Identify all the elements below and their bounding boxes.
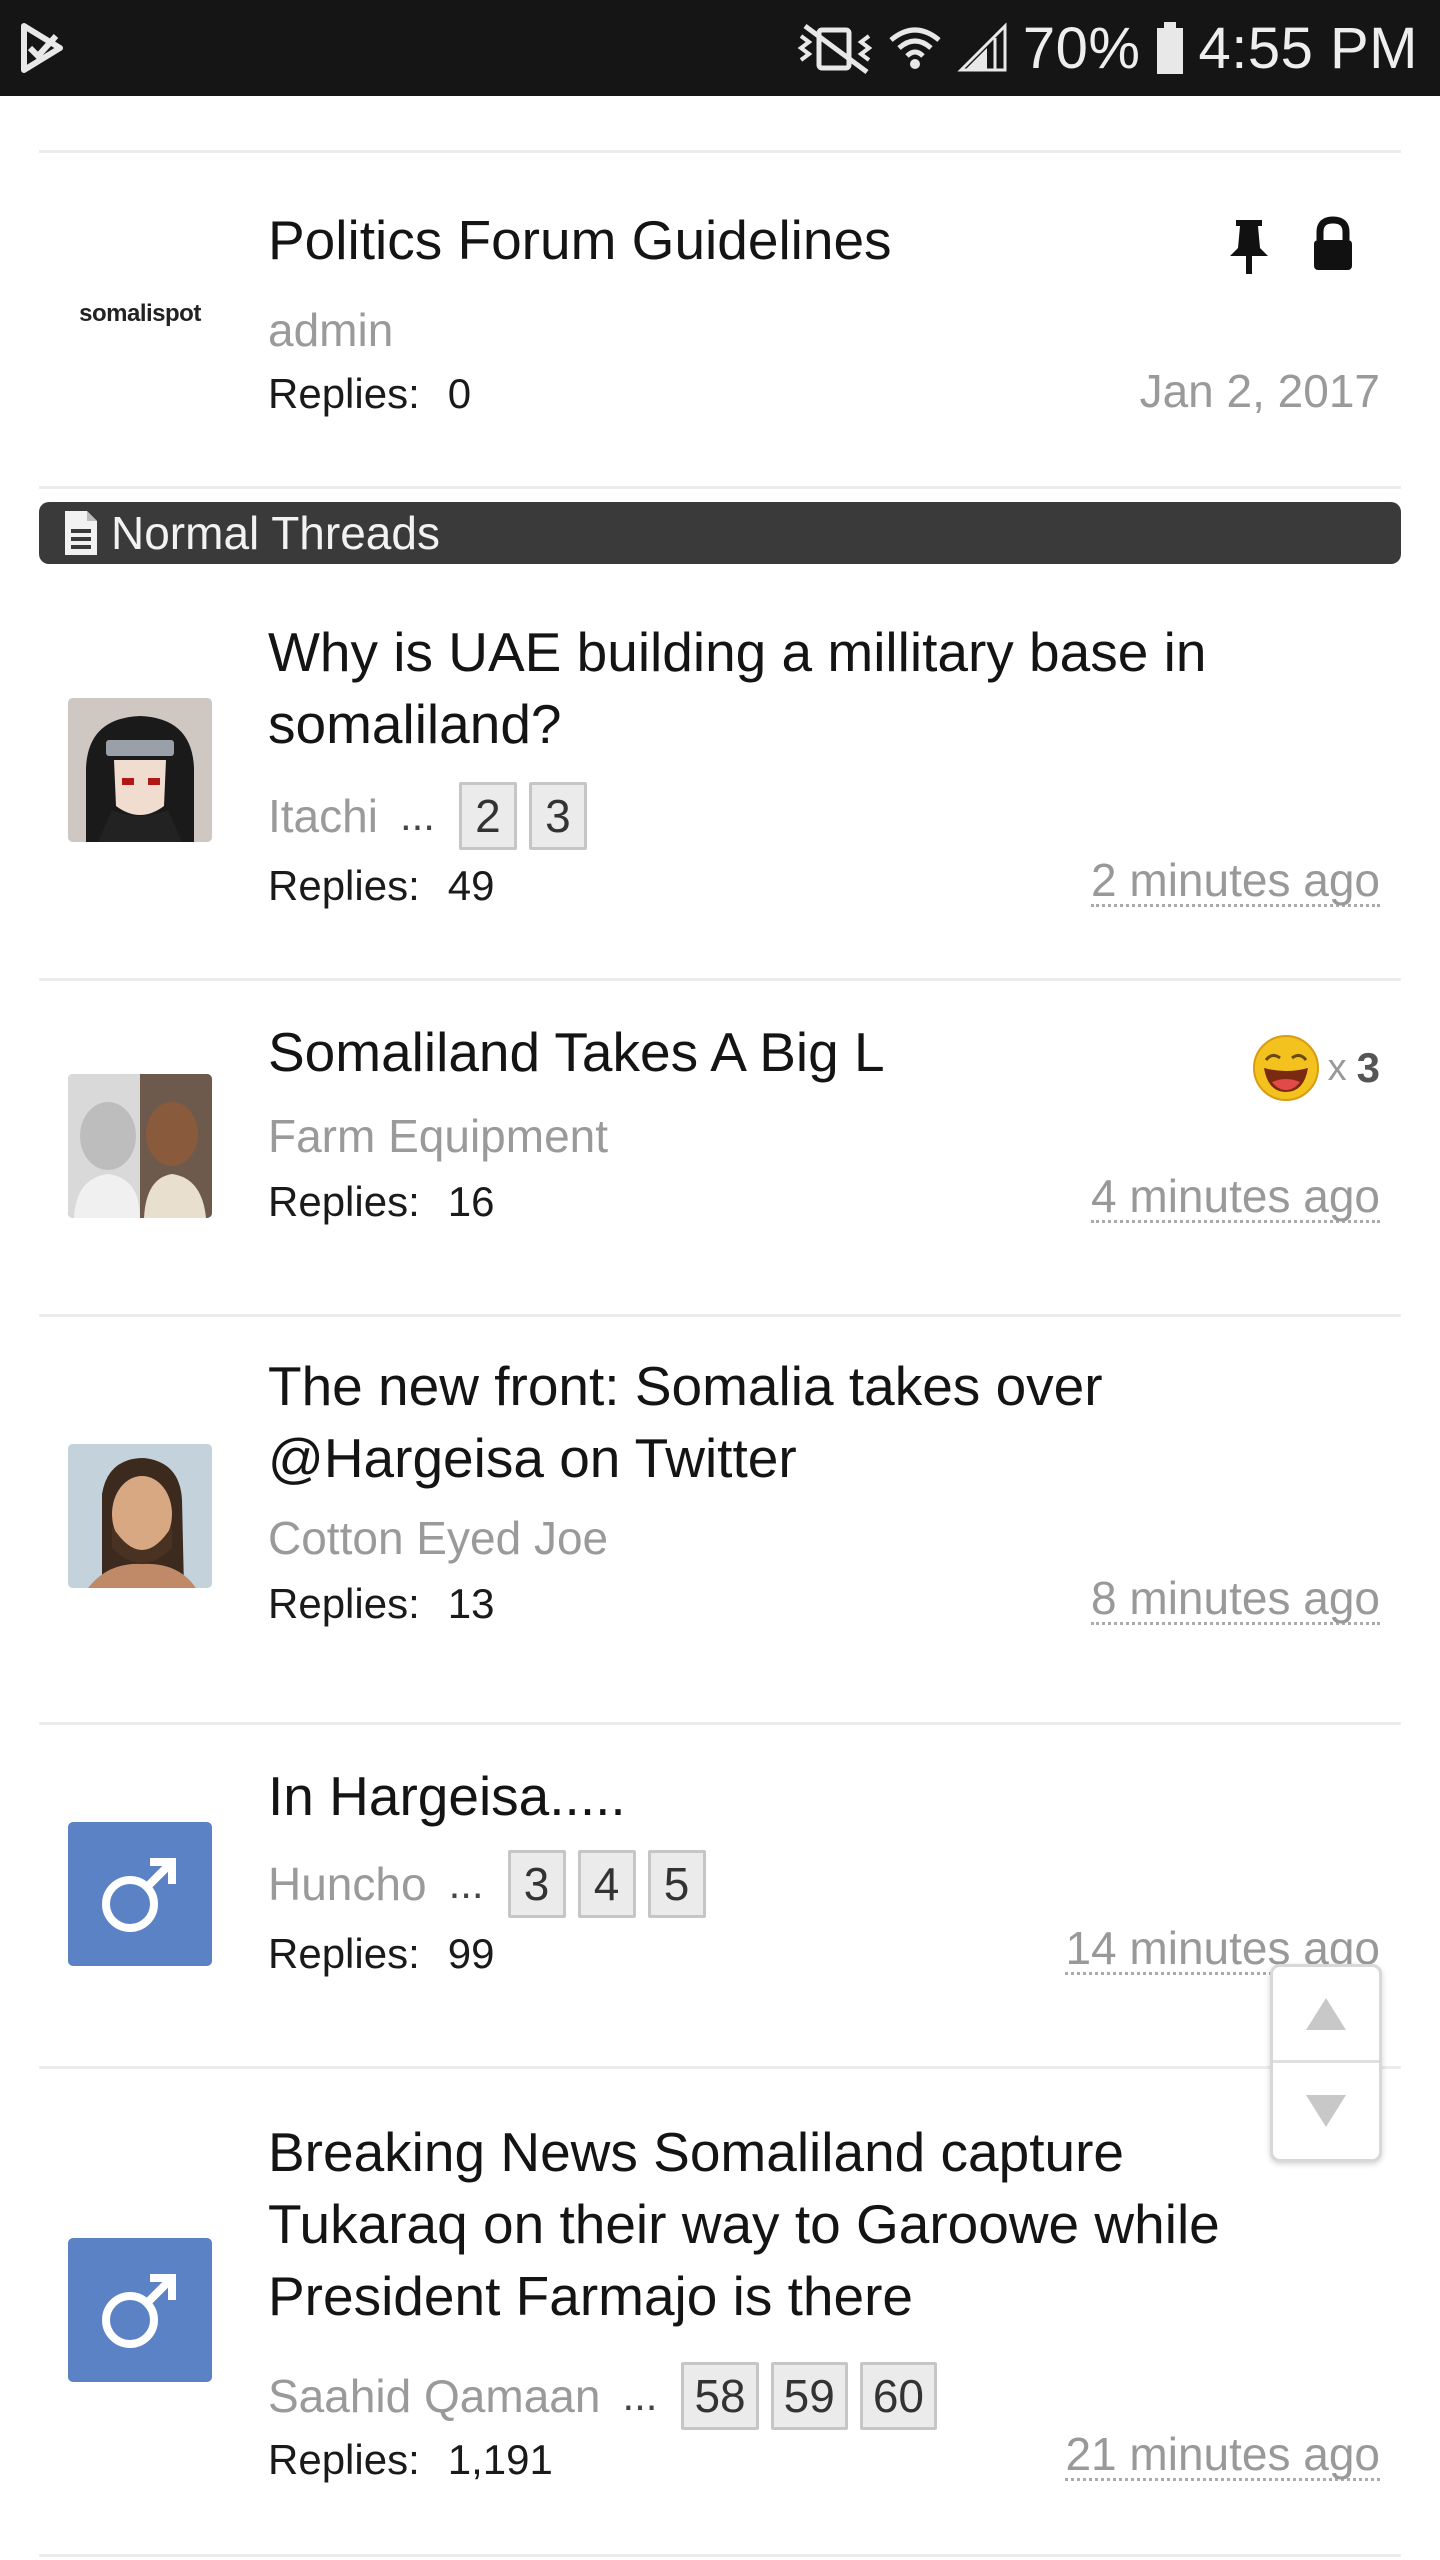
thread-title[interactable]: Politics Forum Guidelines	[268, 204, 1328, 276]
arrow-down-icon	[1306, 2095, 1346, 2127]
avatar[interactable]: somalispot	[68, 242, 212, 386]
last-post-time[interactable]: 4 minutes ago	[1091, 1172, 1380, 1223]
thread-title[interactable]: Why is UAE building a millitary base in …	[268, 616, 1328, 760]
avatar-image	[68, 1444, 212, 1588]
document-icon	[65, 511, 97, 555]
thread-item[interactable]: In Hargeisa..... Huncho ... 3 4 5 Replie…	[0, 1724, 1440, 2066]
replies-count: Replies: 1,191	[268, 2436, 553, 2484]
divider	[39, 2554, 1401, 2557]
author-link[interactable]: Cotton Eyed Joe	[268, 1511, 608, 1565]
replies-label: Replies:	[268, 862, 420, 909]
divider	[39, 486, 1401, 489]
mute-vibrate-icon	[797, 23, 873, 75]
wifi-icon	[889, 27, 941, 69]
last-post-time[interactable]: 8 minutes ago	[1091, 1574, 1380, 1625]
scroll-controls	[1270, 1964, 1382, 2162]
thread-author-line: Cotton Eyed Joe	[268, 1502, 608, 1574]
thread-author-line: Huncho ... 3 4 5	[268, 1848, 718, 1920]
avatar-image	[68, 1074, 212, 1218]
scroll-up-button[interactable]	[1273, 1967, 1379, 2063]
thread-author-line: Itachi ... 2 3	[268, 780, 599, 852]
last-post-time[interactable]: 2 minutes ago	[1091, 856, 1380, 907]
avatar[interactable]	[68, 2238, 212, 2382]
thread-item[interactable]: The new front: Somalia takes over @Harge…	[0, 1316, 1440, 1722]
battery-percent: 70%	[1022, 15, 1141, 81]
male-symbol-icon	[102, 2274, 176, 2348]
replies-count: Replies: 49	[268, 862, 494, 910]
thread-title[interactable]: Somaliland Takes A Big L	[268, 1016, 1328, 1088]
page-link[interactable]: 5	[647, 1850, 706, 1918]
reaction-count: 3	[1356, 1044, 1380, 1091]
male-symbol-icon	[102, 1858, 176, 1932]
author-link[interactable]: admin	[268, 303, 393, 357]
thread-title[interactable]: The new front: Somalia takes over @Harge…	[268, 1350, 1328, 1494]
sticky-thread[interactable]: somalispot Politics Forum Guidelines adm…	[0, 150, 1440, 486]
page-ellipsis: ...	[448, 1860, 484, 1907]
thread-item[interactable]: Breaking News Somaliland capture Tukaraq…	[0, 2068, 1440, 2558]
replies-label: Replies:	[268, 370, 420, 417]
battery-icon	[1156, 22, 1183, 74]
replies-count: Replies: 99	[268, 1930, 494, 1978]
status-bar: 70% 4:55 PM	[0, 0, 1440, 96]
page-ellipsis: ...	[399, 792, 435, 839]
arrow-up-icon	[1306, 1997, 1346, 2030]
section-header: Normal Threads	[39, 502, 1401, 564]
page-ellipsis: ...	[622, 2372, 658, 2419]
replies-label: Replies:	[268, 2436, 420, 2483]
site-logo: somalispot	[79, 300, 201, 327]
replies-label: Replies:	[268, 1178, 420, 1225]
thread-title[interactable]: In Hargeisa.....	[268, 1760, 1328, 1832]
pin-icon	[1230, 220, 1268, 274]
replies-value: 16	[447, 1178, 495, 1225]
author-link[interactable]: Huncho	[268, 1857, 427, 1911]
thread-author-line: Farm Equipment	[268, 1100, 608, 1172]
reaction-multiplier: x	[1327, 1046, 1347, 1089]
replies-label: Replies:	[268, 1580, 420, 1627]
section-label: Normal Threads	[111, 507, 440, 559]
page-link[interactable]: 58	[681, 2362, 759, 2430]
avatar[interactable]	[68, 1444, 212, 1588]
laughing-emoji-icon	[1252, 1035, 1319, 1101]
replies-count: Replies: 0	[268, 370, 471, 418]
replies-value: 99	[447, 1930, 495, 1977]
page-link[interactable]: 59	[770, 2362, 848, 2430]
avatar[interactable]	[68, 698, 212, 842]
replies-value: 1,191	[447, 2436, 553, 2483]
scroll-down-button[interactable]	[1273, 2063, 1379, 2159]
page-link[interactable]: 60	[859, 2362, 937, 2430]
thread-author-line: admin	[268, 294, 393, 366]
author-link[interactable]: Saahid Qamaan	[268, 2369, 600, 2423]
replies-value: 0	[447, 370, 472, 417]
thread-author-line: Saahid Qamaan ... 58 59 60	[268, 2360, 949, 2432]
page-link[interactable]: 2	[458, 782, 517, 850]
avatar[interactable]	[68, 1074, 212, 1218]
thread-item[interactable]: Somaliland Takes A Big L Farm Equipment …	[0, 980, 1440, 1314]
author-link[interactable]: Farm Equipment	[268, 1109, 608, 1163]
notification-check-icon	[21, 23, 63, 73]
page-link[interactable]: 4	[577, 1850, 636, 1918]
replies-value: 49	[447, 862, 495, 909]
replies-count: Replies: 16	[268, 1178, 494, 1226]
replies-value: 13	[447, 1580, 495, 1627]
thread-title[interactable]: Breaking News Somaliland capture Tukaraq…	[268, 2116, 1328, 2332]
author-link[interactable]: Itachi	[268, 789, 378, 843]
thread-item[interactable]: Why is UAE building a millitary base in …	[0, 580, 1440, 980]
page-link[interactable]: 3	[507, 1850, 566, 1918]
avatar-image	[68, 698, 212, 842]
lock-icon	[1314, 216, 1352, 270]
reaction-summary[interactable]: x 3	[1252, 1034, 1380, 1102]
page-link[interactable]: 3	[528, 782, 587, 850]
signal-icon	[957, 22, 1007, 72]
avatar[interactable]	[68, 1822, 212, 1966]
replies-count: Replies: 13	[268, 1580, 494, 1628]
replies-label: Replies:	[268, 1930, 420, 1977]
last-post-time[interactable]: 21 minutes ago	[1065, 2430, 1380, 2481]
clock: 4:55 PM	[1198, 15, 1418, 81]
thread-date: Jan 2, 2017	[1139, 365, 1380, 417]
